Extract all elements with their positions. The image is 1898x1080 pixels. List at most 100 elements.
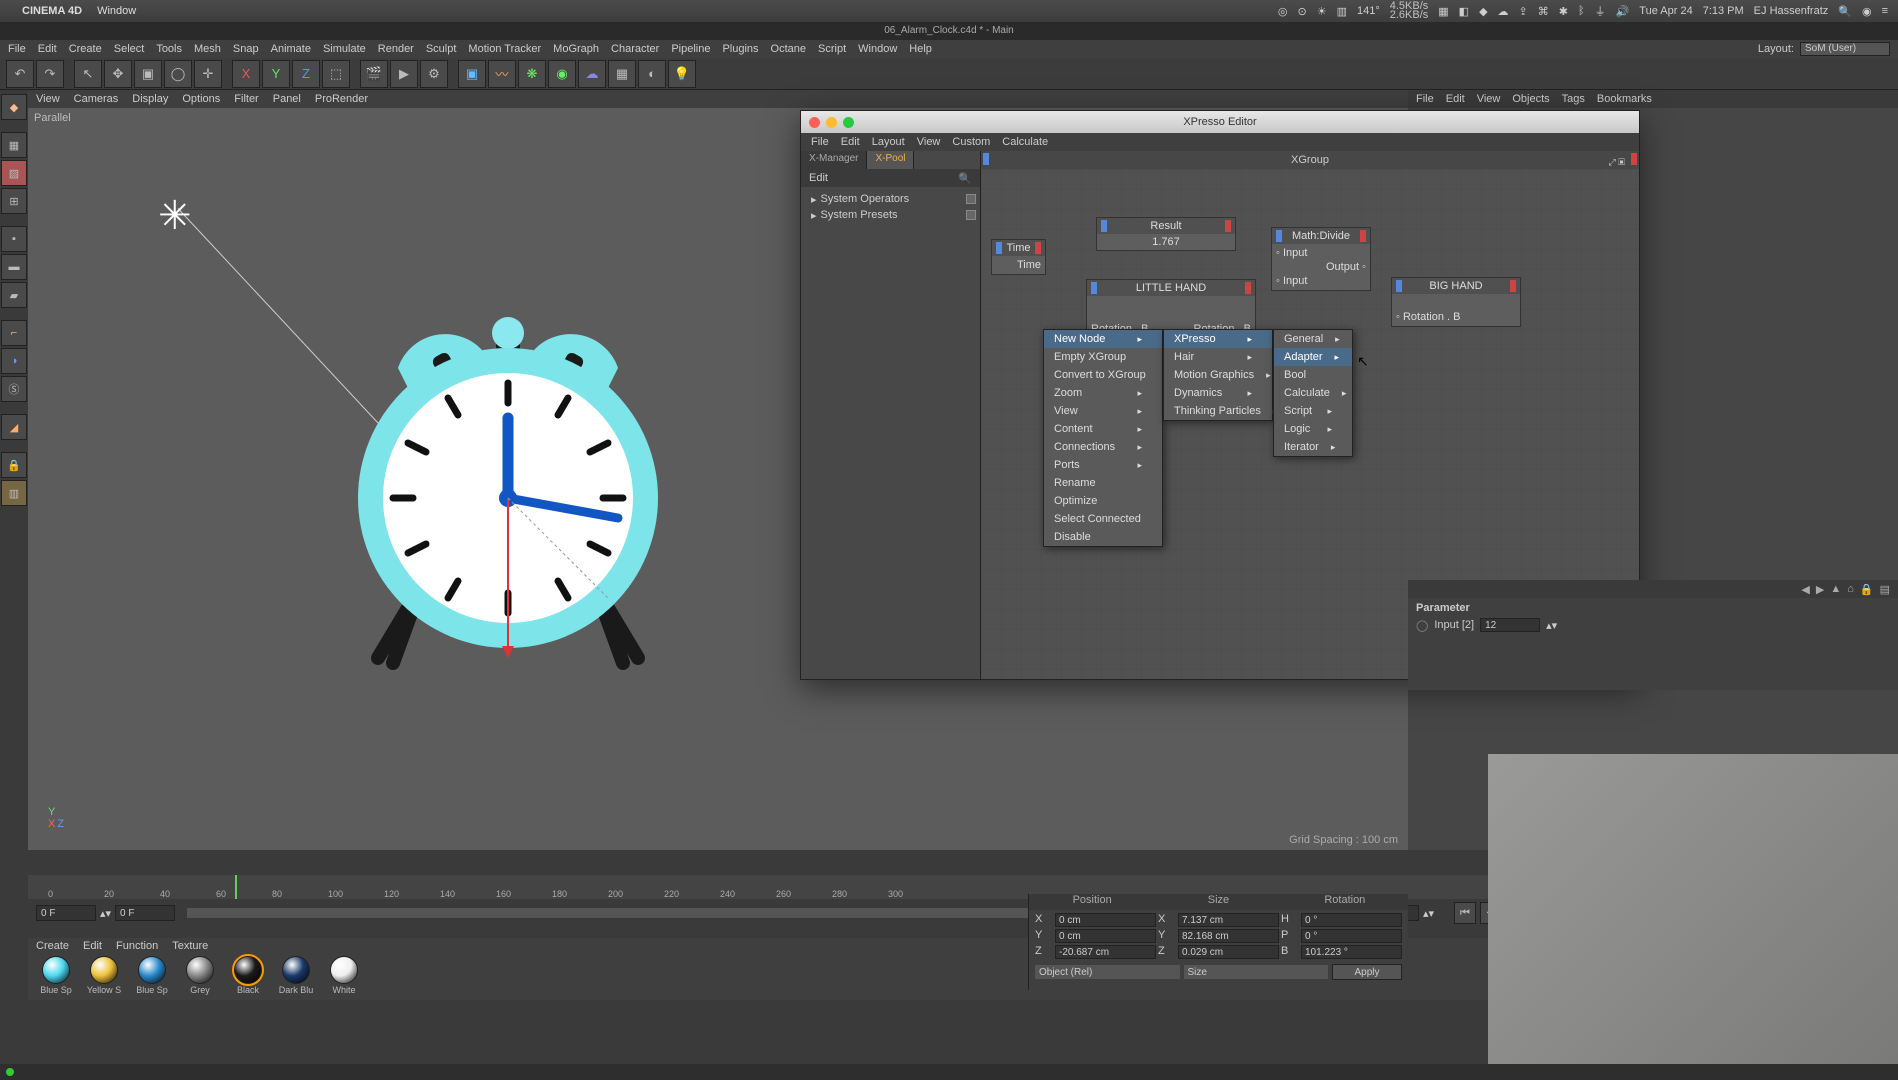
ctx-general[interactable]: General▸ bbox=[1274, 330, 1352, 348]
menu-octane[interactable]: Octane bbox=[771, 43, 806, 55]
alarm-clock-object[interactable] bbox=[338, 298, 678, 678]
coord-field[interactable] bbox=[1301, 945, 1402, 959]
node-result[interactable]: Result 1.767 bbox=[1096, 217, 1236, 251]
om-menu-edit[interactable]: Edit bbox=[1446, 93, 1465, 105]
volume-icon[interactable]: 🔊 bbox=[1616, 5, 1630, 18]
make-editable[interactable]: ◆ bbox=[1, 94, 27, 120]
menu-edit[interactable]: Edit bbox=[38, 43, 57, 55]
menubar-icon[interactable]: ✱ bbox=[1559, 5, 1568, 18]
stepper-icon[interactable]: ▴▾ bbox=[1546, 619, 1557, 632]
xp-tree-item[interactable]: ▸ System Presets bbox=[805, 207, 976, 223]
om-menu-bookmarks[interactable]: Bookmarks bbox=[1597, 93, 1652, 105]
lock-icon[interactable]: 🔒 bbox=[1, 452, 27, 478]
vp-menu-prorender[interactable]: ProRender bbox=[315, 93, 368, 105]
menubar-icon[interactable]: ▥ bbox=[1337, 5, 1347, 18]
ctx-empty-xgroup[interactable]: Empty XGroup bbox=[1044, 348, 1162, 366]
node-big-hand[interactable]: BIG HAND ◦ Rotation . B bbox=[1391, 277, 1521, 327]
nav-back-icon[interactable]: ◀ bbox=[1801, 583, 1809, 596]
nav-fwd-icon[interactable]: ▶ bbox=[1816, 583, 1824, 596]
menu-render[interactable]: Render bbox=[378, 43, 414, 55]
render-region[interactable]: ▶ bbox=[390, 60, 418, 88]
ctx-bool[interactable]: Bool bbox=[1274, 366, 1352, 384]
mat-menu-edit[interactable]: Edit bbox=[83, 940, 102, 952]
node-time[interactable]: Time Time bbox=[991, 239, 1046, 275]
menu-script[interactable]: Script bbox=[818, 43, 846, 55]
texture-mode[interactable]: ▨ bbox=[1, 160, 27, 186]
notification-icon[interactable]: ≡ bbox=[1882, 5, 1888, 17]
mat-menu-create[interactable]: Create bbox=[36, 940, 69, 952]
material-swatch[interactable]: Blue Sp bbox=[34, 956, 78, 995]
ctx-convert-xgroup[interactable]: Convert to XGroup bbox=[1044, 366, 1162, 384]
xp-menu-edit[interactable]: Edit bbox=[841, 136, 860, 148]
attr-input-field[interactable] bbox=[1480, 618, 1540, 632]
scale-tool[interactable]: ▣ bbox=[134, 60, 162, 88]
ctx-iterator[interactable]: Iterator▸ bbox=[1274, 438, 1352, 456]
menu-mesh[interactable]: Mesh bbox=[194, 43, 221, 55]
user[interactable]: EJ Hassenfratz bbox=[1754, 5, 1829, 17]
menubar-icon[interactable]: ☀ bbox=[1317, 5, 1327, 18]
menu-motiontracker[interactable]: Motion Tracker bbox=[468, 43, 541, 55]
menu-simulate[interactable]: Simulate bbox=[323, 43, 366, 55]
ctx-zoom[interactable]: Zoom▸ bbox=[1044, 384, 1162, 402]
rotate-tool[interactable]: ◯ bbox=[164, 60, 192, 88]
add-spline[interactable]: 〰 bbox=[488, 60, 516, 88]
ctx-disable[interactable]: Disable bbox=[1044, 528, 1162, 546]
ctx-select-connected[interactable]: Select Connected bbox=[1044, 510, 1162, 528]
material-swatch[interactable]: Blue Sp bbox=[130, 956, 174, 995]
menu-sculpt[interactable]: Sculpt bbox=[426, 43, 457, 55]
workplane-mode[interactable]: ⊞ bbox=[1, 188, 27, 214]
material-swatch[interactable]: Grey bbox=[178, 956, 222, 995]
vp-menu-display[interactable]: Display bbox=[132, 93, 168, 105]
wifi-icon[interactable]: ⏚ bbox=[1595, 3, 1606, 19]
apply-button[interactable]: Apply bbox=[1332, 964, 1402, 980]
menu-select[interactable]: Select bbox=[114, 43, 145, 55]
undo-button[interactable]: ↶ bbox=[6, 60, 34, 88]
menu-help[interactable]: Help bbox=[909, 43, 932, 55]
add-light[interactable]: ◐ bbox=[638, 60, 666, 88]
menu-create[interactable]: Create bbox=[69, 43, 102, 55]
menu-window[interactable]: Window bbox=[858, 43, 897, 55]
app-name[interactable]: CINEMA 4D bbox=[22, 5, 82, 17]
coord-field[interactable] bbox=[1178, 945, 1279, 959]
ctx-thinking-particles[interactable]: Thinking Particles▸ bbox=[1164, 402, 1272, 420]
material-swatch[interactable]: Dark Blu bbox=[274, 956, 318, 995]
ctx-hair[interactable]: Hair▸ bbox=[1164, 348, 1272, 366]
om-menu-file[interactable]: File bbox=[1416, 93, 1434, 105]
menu-file[interactable]: File bbox=[8, 43, 26, 55]
mac-menu-window[interactable]: Window bbox=[97, 5, 136, 17]
menubar-icon[interactable]: ◆ bbox=[1479, 5, 1487, 18]
coord-field[interactable] bbox=[1301, 913, 1402, 927]
coord-mode-left[interactable]: Object (Rel) bbox=[1035, 965, 1180, 979]
vp-menu-panel[interactable]: Panel bbox=[273, 93, 301, 105]
workplane-tool[interactable]: ◢ bbox=[1, 414, 27, 440]
render-view[interactable]: 🎬 bbox=[360, 60, 388, 88]
nav-menu-icon[interactable]: ▤ bbox=[1880, 583, 1890, 596]
menubar-icon[interactable]: ◧ bbox=[1459, 5, 1469, 18]
menu-pipeline[interactable]: Pipeline bbox=[671, 43, 710, 55]
nav-up-icon[interactable]: ▲ bbox=[1830, 583, 1841, 595]
nav-lock-icon[interactable]: 🔒 bbox=[1860, 583, 1874, 596]
xp-tree-item[interactable]: ▸ System Operators bbox=[805, 191, 976, 207]
coord-field[interactable] bbox=[1178, 913, 1279, 927]
menubar-icon[interactable]: ⇪ bbox=[1519, 5, 1528, 18]
add-generator[interactable]: ❋ bbox=[518, 60, 546, 88]
current-frame-field[interactable] bbox=[36, 905, 96, 921]
ctx-rename[interactable]: Rename bbox=[1044, 474, 1162, 492]
xp-menu-view[interactable]: View bbox=[917, 136, 941, 148]
menu-snap[interactable]: Snap bbox=[233, 43, 259, 55]
ctx-calculate[interactable]: Calculate▸ bbox=[1274, 384, 1352, 402]
time[interactable]: 7:13 PM bbox=[1703, 5, 1744, 17]
tab-xmanager[interactable]: X-Manager bbox=[801, 151, 867, 169]
search-icon[interactable]: 🔍 bbox=[958, 172, 972, 185]
ctx-xpresso[interactable]: XPresso▸ bbox=[1164, 330, 1272, 348]
add-deformer[interactable]: ◉ bbox=[548, 60, 576, 88]
menubar-icon[interactable]: ⌘ bbox=[1538, 5, 1549, 18]
bluetooth-icon[interactable]: ᛒ bbox=[1578, 5, 1585, 17]
goto-start-button[interactable]: ⏮ bbox=[1454, 902, 1476, 924]
ctx-connections[interactable]: Connections▸ bbox=[1044, 438, 1162, 456]
siri-icon[interactable]: ◉ bbox=[1862, 5, 1872, 18]
mat-menu-function[interactable]: Function bbox=[116, 940, 158, 952]
add-environment[interactable]: ☁ bbox=[578, 60, 606, 88]
lasso-tool[interactable]: ✛ bbox=[194, 60, 222, 88]
point-mode[interactable]: ▪ bbox=[1, 226, 27, 252]
